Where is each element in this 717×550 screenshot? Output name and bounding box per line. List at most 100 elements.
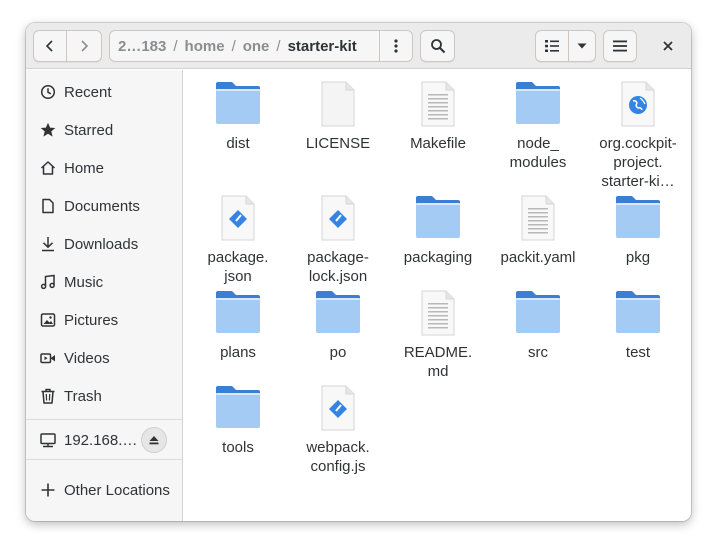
file-name: Makefile: [410, 135, 466, 152]
file-item[interactable]: po: [288, 289, 388, 362]
file-name: LICENSE: [305, 135, 371, 152]
file-item[interactable]: pkg: [588, 194, 688, 267]
text-file-icon: [514, 194, 562, 242]
document-icon: [40, 198, 56, 214]
file-name: org.cockpit- project. starter-ki…: [599, 135, 677, 190]
web-file-icon: [614, 80, 662, 128]
sidebar-item-network-drive[interactable]: 192.168.…: [26, 421, 183, 459]
path-menu-button[interactable]: [379, 31, 412, 61]
file-item[interactable]: src: [488, 289, 588, 362]
text-file-icon: [414, 80, 462, 128]
crumb-root[interactable]: 2…183: [110, 38, 172, 55]
eject-icon: [149, 436, 159, 445]
sidebar-item-label: Trash: [64, 387, 102, 405]
folder-icon: [214, 80, 262, 128]
sidebar-item-starred[interactable]: Starred: [26, 111, 183, 149]
crumb-home[interactable]: home: [179, 38, 231, 55]
search-button[interactable]: [420, 30, 455, 62]
view-toggle-button[interactable]: [535, 30, 569, 62]
folder-icon: [514, 80, 562, 128]
file-name: test: [625, 344, 651, 361]
sidebar-separator: [26, 419, 183, 420]
file-item[interactable]: webpack. config.js: [288, 384, 388, 476]
view-more-icon: [394, 39, 398, 53]
sidebar-item-other-locations[interactable]: Other Locations: [26, 471, 183, 509]
file-item[interactable]: org.cockpit- project. starter-ki…: [588, 80, 688, 191]
file-name: tools: [222, 439, 254, 456]
crumb-current[interactable]: starter-kit: [282, 38, 363, 55]
close-icon: [663, 41, 673, 51]
eject-button[interactable]: [141, 427, 167, 453]
sidebar-item-label: 192.168.…: [64, 431, 138, 449]
file-name: README. md: [403, 344, 473, 380]
file-manager-window: 2…183 / home / one / starter-kit Recent …: [26, 23, 691, 521]
file-name: packit.yaml: [500, 249, 576, 266]
folder-icon: [614, 289, 662, 337]
folder-icon: [214, 289, 262, 337]
sidebar-item-trash[interactable]: Trash: [26, 377, 183, 415]
file-item[interactable]: package. json: [188, 194, 288, 286]
music-icon: [40, 274, 56, 290]
text-file-icon: [414, 289, 462, 337]
file-item[interactable]: test: [588, 289, 688, 362]
network-drive-icon: [40, 432, 56, 448]
header-bar: 2…183 / home / one / starter-kit: [26, 23, 691, 69]
trash-icon: [40, 388, 56, 404]
sidebar-item-home[interactable]: Home: [26, 149, 183, 187]
forward-button[interactable]: [67, 30, 102, 62]
pan-down-icon: [577, 43, 587, 49]
file-item[interactable]: package- lock.json: [288, 194, 388, 286]
file-name: dist: [226, 135, 250, 152]
picture-icon: [40, 312, 56, 328]
file-name: package- lock.json: [307, 249, 369, 285]
file-grid: dist LICENSE Makefile node_ modules org.cock…: [184, 70, 691, 521]
file-name: pkg: [625, 249, 651, 266]
sidebar-item-label: Other Locations: [64, 481, 170, 499]
folder-icon: [614, 194, 662, 242]
sidebar-item-label: Pictures: [64, 311, 119, 329]
list-view-icon: [545, 40, 559, 52]
sidebar-item-music[interactable]: Music: [26, 263, 183, 301]
sidebar-item-label: Videos: [64, 349, 110, 367]
script-file-icon: [214, 194, 262, 242]
star-icon: [40, 122, 56, 138]
file-item[interactable]: Makefile: [388, 80, 488, 153]
sidebar-item-videos[interactable]: Videos: [26, 339, 183, 377]
folder-icon: [514, 289, 562, 337]
sidebar-item-recent[interactable]: Recent: [26, 73, 183, 111]
hamburger-menu-icon: [613, 40, 627, 52]
plus-icon: [40, 482, 56, 498]
file-item[interactable]: LICENSE: [288, 80, 388, 153]
file-item[interactable]: dist: [188, 80, 288, 153]
sidebar-item-label: Downloads: [64, 235, 139, 253]
file-item[interactable]: packaging: [388, 194, 488, 267]
folder-icon: [414, 194, 462, 242]
sidebar: Recent Starred Home Documents Downloads …: [26, 70, 183, 521]
file-item[interactable]: tools: [188, 384, 288, 457]
sidebar-item-pictures[interactable]: Pictures: [26, 301, 183, 339]
file-item[interactable]: packit.yaml: [488, 194, 588, 267]
file-item[interactable]: plans: [188, 289, 288, 362]
sidebar-item-documents[interactable]: Documents: [26, 187, 183, 225]
file-name: packaging: [403, 249, 473, 266]
go-previous-icon: [45, 40, 53, 52]
go-next-icon: [81, 40, 89, 52]
sidebar-separator: [26, 459, 183, 460]
main-menu-button[interactable]: [603, 30, 637, 62]
path-bar: 2…183 / home / one / starter-kit: [109, 30, 413, 62]
sidebar-item-downloads[interactable]: Downloads: [26, 225, 183, 263]
back-button[interactable]: [33, 30, 67, 62]
close-window-button[interactable]: [651, 30, 685, 62]
file-item[interactable]: node_ modules: [488, 80, 588, 172]
sidebar-item-label: Music: [64, 273, 104, 291]
file-item[interactable]: README. md: [388, 289, 488, 381]
sidebar-item-label: Recent: [64, 83, 112, 101]
view-options-button[interactable]: [569, 30, 596, 62]
script-file-icon: [314, 194, 362, 242]
file-name: node_ modules: [509, 135, 567, 171]
crumb-one[interactable]: one: [237, 38, 276, 55]
file-name: package. json: [207, 249, 269, 285]
blank-file-icon: [314, 80, 362, 128]
file-name: plans: [220, 344, 256, 361]
file-name: webpack. config.js: [306, 439, 370, 475]
